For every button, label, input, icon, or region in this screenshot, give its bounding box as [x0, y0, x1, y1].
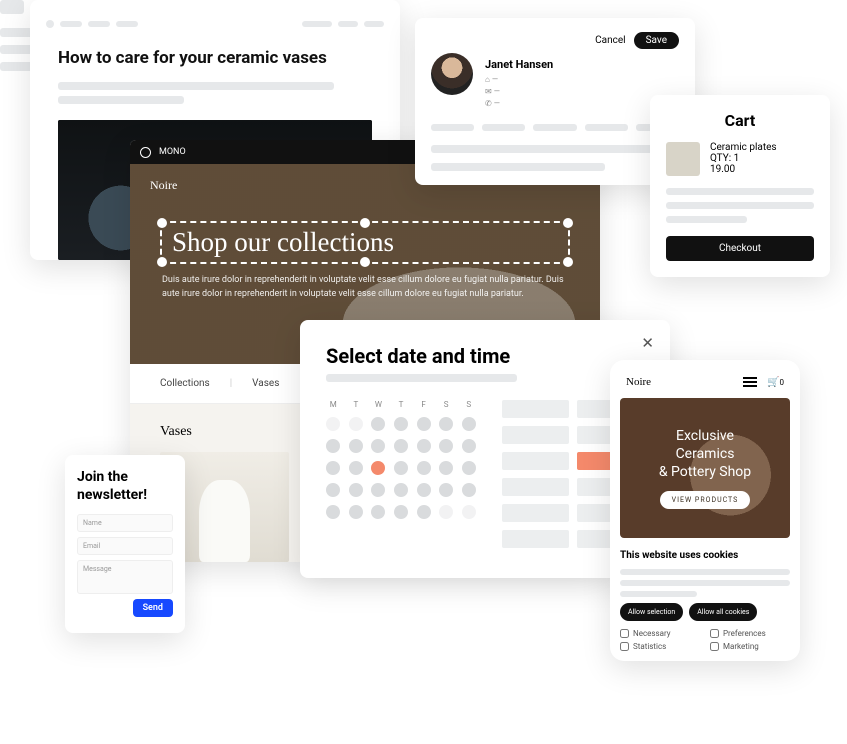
calendar-day[interactable] [371, 483, 385, 497]
calendar: MTWTFSS [326, 400, 476, 548]
newsletter-widget: Join the newsletter! Name Email Message … [65, 455, 185, 633]
allow-all-button[interactable]: Allow all cookies [689, 603, 757, 621]
resize-handle[interactable] [157, 218, 167, 228]
avatar [431, 53, 473, 95]
resize-handle[interactable] [157, 257, 167, 267]
calendar-day[interactable] [394, 505, 408, 519]
home-icon: ⌂ [485, 75, 490, 84]
cat-collections[interactable]: Collections [160, 378, 210, 389]
calendar-day[interactable] [417, 439, 431, 453]
cookie-banner-title: This website uses cookies [620, 550, 790, 561]
calendar-day[interactable] [462, 461, 476, 475]
time-slot[interactable] [502, 478, 569, 496]
calendar-day[interactable] [462, 483, 476, 497]
calendar-day[interactable] [349, 439, 363, 453]
calendar-day[interactable] [371, 417, 385, 431]
selected-text-element[interactable]: Shop our collections [160, 221, 570, 264]
send-button[interactable]: Send [133, 599, 173, 617]
calendar-day[interactable] [349, 505, 363, 519]
article-title: How to care for your ceramic vases [58, 48, 372, 68]
calendar-day[interactable] [371, 505, 385, 519]
calendar-day[interactable] [349, 461, 363, 475]
time-slot[interactable] [502, 530, 569, 548]
menu-icon[interactable] [743, 377, 757, 387]
chk-preferences[interactable]: Preferences [710, 629, 790, 638]
item-qty: QTY: 1 [710, 153, 777, 164]
resize-handle[interactable] [563, 218, 573, 228]
item-thumb [666, 142, 700, 176]
time-slot[interactable] [502, 400, 569, 418]
chk-marketing[interactable]: Marketing [710, 642, 790, 651]
chk-statistics[interactable]: Statistics [620, 642, 700, 651]
calendar-day[interactable] [417, 417, 431, 431]
calendar-day[interactable] [326, 439, 340, 453]
calendar-day[interactable] [462, 505, 476, 519]
editor-logo-text: MONO [159, 147, 186, 157]
calendar-day[interactable] [417, 461, 431, 475]
calendar-day[interactable] [394, 461, 408, 475]
site-brand[interactable]: Noire [150, 178, 177, 193]
cart-panel: Cart Ceramic plates QTY: 1 19.00 Checkou… [650, 95, 830, 277]
close-icon[interactable]: ✕ [641, 334, 654, 352]
calendar-day[interactable] [326, 417, 340, 431]
calendar-day[interactable] [394, 417, 408, 431]
message-field[interactable]: Message [77, 560, 173, 594]
calendar-day[interactable] [349, 483, 363, 497]
cart-icon[interactable]: 🛒0 [767, 377, 784, 388]
calendar-day[interactable] [462, 439, 476, 453]
resize-handle[interactable] [563, 257, 573, 267]
view-products-button[interactable]: VIEW PRODUCTS [660, 491, 751, 509]
mail-icon: ✉ [485, 87, 492, 96]
calendar-day[interactable] [439, 417, 453, 431]
calendar-day[interactable] [326, 461, 340, 475]
calendar-day[interactable] [439, 483, 453, 497]
hero-body: Duis aute irure dolor in reprehenderit i… [162, 274, 568, 301]
calendar-day[interactable] [326, 505, 340, 519]
calendar-day[interactable] [394, 483, 408, 497]
cart-item: Ceramic plates QTY: 1 19.00 [666, 142, 814, 176]
calendar-day[interactable] [462, 417, 476, 431]
calendar-day[interactable] [439, 439, 453, 453]
calendar-day[interactable] [439, 461, 453, 475]
item-price: 19.00 [710, 164, 777, 175]
calendar-day[interactable] [417, 483, 431, 497]
mobile-preview: Noire 🛒0 Exclusive Ceramics & Pottery Sh… [610, 360, 800, 661]
calendar-day[interactable] [417, 505, 431, 519]
email-field[interactable]: Email [77, 537, 173, 555]
cancel-button[interactable]: Cancel [595, 35, 625, 46]
save-button[interactable]: Save [634, 32, 679, 49]
phone-icon: ✆ [485, 99, 492, 108]
cat-vases[interactable]: Vases [252, 378, 279, 389]
allow-selection-button[interactable]: Allow selection [620, 603, 683, 621]
resize-handle[interactable] [360, 218, 370, 228]
resize-handle[interactable] [360, 257, 370, 267]
hero-headline[interactable]: Shop our collections [172, 227, 558, 258]
picker-title: Select date and time [326, 344, 644, 368]
item-name: Ceramic plates [710, 142, 777, 153]
time-slot[interactable] [502, 426, 569, 444]
mono-logo-icon [140, 147, 151, 158]
calendar-day[interactable] [371, 439, 385, 453]
calendar-day[interactable] [326, 483, 340, 497]
calendar-day[interactable] [394, 439, 408, 453]
weekday-row: MTWTFSS [326, 400, 476, 409]
newsletter-title: Join the newsletter! [77, 469, 173, 504]
chk-necessary[interactable]: Necessary [620, 629, 700, 638]
name-field[interactable]: Name [77, 514, 173, 532]
calendar-day[interactable] [439, 505, 453, 519]
time-slot[interactable] [502, 452, 569, 470]
contact-name: Janet Hansen [485, 58, 553, 71]
mobile-brand[interactable]: Noire [626, 376, 651, 388]
mobile-hero: Exclusive Ceramics & Pottery Shop VIEW P… [620, 398, 790, 538]
calendar-day[interactable] [371, 461, 385, 475]
calendar-day[interactable] [349, 417, 363, 431]
browser-chrome [46, 18, 384, 30]
cart-title: Cart [666, 111, 814, 130]
time-slot[interactable] [502, 504, 569, 522]
checkout-button[interactable]: Checkout [666, 236, 814, 261]
